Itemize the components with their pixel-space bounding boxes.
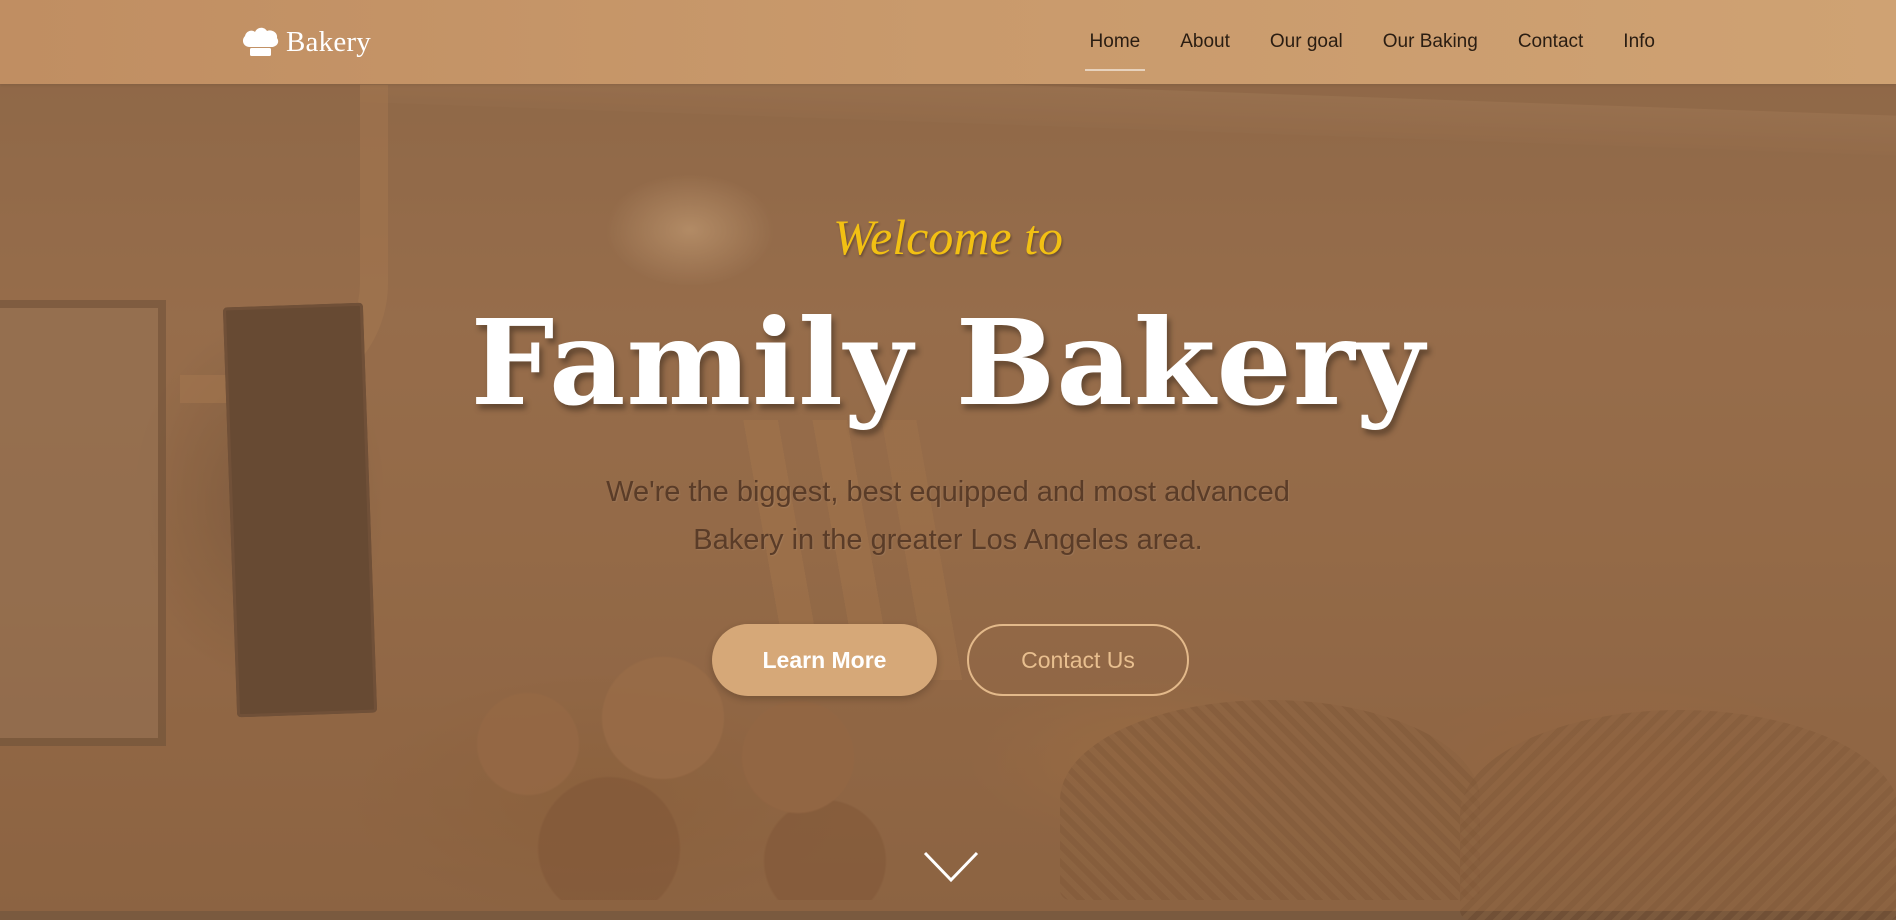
hero-subtitle-line: Bakery in the greater Los Angeles area. <box>693 524 1203 556</box>
nav-info[interactable]: Info <box>1623 25 1655 59</box>
hero-subtitle-line: We're the biggest, best equipped and mos… <box>606 476 1290 508</box>
chevron-down-icon[interactable] <box>923 850 979 884</box>
nav-contact[interactable]: Contact <box>1518 25 1583 59</box>
nav-home[interactable]: Home <box>1084 25 1145 71</box>
brand-name: Bakery <box>286 25 371 58</box>
chef-hat-icon <box>242 27 279 56</box>
contact-us-button[interactable]: Contact Us <box>967 624 1189 696</box>
welcome-tagline: Welcome to <box>832 209 1064 265</box>
hero-subtitle: We're the biggest, best equipped and mos… <box>548 468 1348 564</box>
nav-our-goal[interactable]: Our goal <box>1270 25 1343 59</box>
main-nav: Home About Our goal Our Baking Contact I… <box>1050 0 1655 84</box>
nav-our-baking[interactable]: Our Baking <box>1383 25 1478 59</box>
hero-overlay <box>0 0 1896 911</box>
hero-title: Family Bakery <box>470 293 1426 432</box>
brand-logo-link[interactable]: Bakery <box>240 24 371 60</box>
nav-about[interactable]: About <box>1180 25 1230 59</box>
learn-more-button[interactable]: Learn More <box>712 624 937 696</box>
top-navbar: Bakery Home About Our goal Our Baking Co… <box>0 0 1896 84</box>
